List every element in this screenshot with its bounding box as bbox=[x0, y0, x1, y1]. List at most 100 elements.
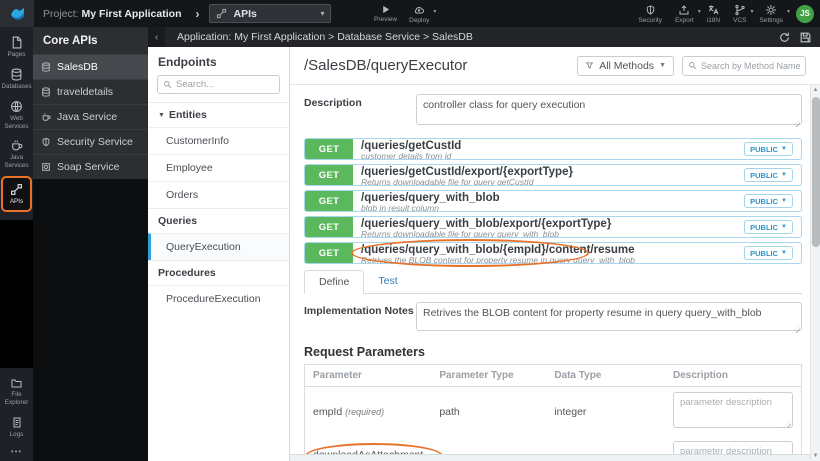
rail-label: APIs bbox=[9, 198, 24, 206]
save-icon[interactable] bbox=[799, 31, 812, 44]
method-search[interactable] bbox=[682, 55, 806, 76]
scrollbar-thumb[interactable] bbox=[812, 97, 820, 247]
sidebar-item-databases[interactable]: Databases bbox=[0, 63, 33, 95]
collapse-panel-button[interactable]: ‹ bbox=[148, 27, 165, 47]
shield-icon bbox=[41, 137, 51, 147]
preview-button[interactable]: Preview bbox=[374, 4, 397, 23]
col-data-type: Data Type bbox=[546, 364, 665, 387]
project-name: My First Application bbox=[81, 7, 182, 20]
endpoint-item-orders[interactable]: Orders bbox=[148, 181, 289, 208]
method-badge: GET bbox=[305, 243, 353, 263]
methods-filter-dropdown[interactable]: All Methods ▼ bbox=[577, 55, 674, 76]
endpoint-item-customerinfo[interactable]: CustomerInfo bbox=[148, 127, 289, 154]
access-dropdown[interactable]: PUBLIC ▼ bbox=[744, 142, 793, 156]
col-parameter-type: Parameter Type bbox=[431, 364, 547, 387]
col-parameter: Parameter bbox=[304, 364, 432, 387]
tab-test[interactable]: Test bbox=[364, 270, 411, 293]
topbar-center-actions: Preview ▾ Deploy bbox=[374, 0, 436, 27]
sidebar-item-java-services[interactable]: Java Services bbox=[0, 134, 33, 174]
endpoints-group-entities[interactable]: ▼ Entities bbox=[148, 102, 289, 127]
endpoint-item-procedureexecution[interactable]: ProcedureExecution bbox=[148, 285, 289, 312]
access-dropdown[interactable]: PUBLIC ▼ bbox=[744, 168, 793, 182]
chevron-down-icon: ▼ bbox=[781, 198, 787, 204]
endpoint-row[interactable]: GET /queries/query_with_blob/export/{exp… bbox=[304, 216, 802, 238]
implementation-notes-wrap: Retrives the BLOB content for property r… bbox=[416, 302, 802, 336]
endpoint-row-text: /queries/query_with_blob/{empId}/content… bbox=[353, 243, 744, 263]
implementation-notes-label: Implementation Notes bbox=[304, 305, 414, 317]
chevron-down-icon: ▾ bbox=[750, 8, 754, 15]
vertical-scrollbar[interactable]: ▲ ▼ bbox=[810, 85, 820, 461]
refresh-icon[interactable] bbox=[778, 31, 791, 44]
rail-label: Web Services bbox=[4, 114, 29, 130]
export-button[interactable]: ▾ Export bbox=[675, 4, 701, 24]
endpoint-row-highlighted[interactable]: GET /queries/query_with_blob/{empId}/con… bbox=[304, 239, 802, 267]
endpoint-row[interactable]: GET /queries/getCustId customer details … bbox=[304, 138, 802, 160]
rail-label: Databases bbox=[1, 82, 32, 90]
chevron-down-icon: ▼ bbox=[781, 250, 787, 256]
endpoint-item-employee[interactable]: Employee bbox=[148, 154, 289, 181]
description-textarea[interactable]: controller class for query execution bbox=[416, 94, 802, 125]
vcs-button[interactable]: ▾ VCS bbox=[733, 4, 754, 24]
endpoints-group-procedures[interactable]: Procedures bbox=[148, 260, 289, 285]
breadcrumb-actions bbox=[778, 31, 820, 44]
endpoint-row[interactable]: GET /queries/query_with_blob blob in res… bbox=[304, 190, 802, 212]
main-header: /SalesDB/queryExecutor All Methods ▼ bbox=[290, 47, 820, 85]
module-dropdown[interactable]: APIs ▾ bbox=[209, 4, 332, 23]
methods-filter-value: All Methods bbox=[599, 59, 655, 72]
implementation-notes-row: Implementation Notes Retrives the BLOB c… bbox=[304, 302, 802, 336]
wavemaker-logo[interactable] bbox=[0, 0, 34, 27]
deploy-button[interactable]: ▾ Deploy bbox=[409, 4, 436, 24]
user-avatar[interactable]: JS bbox=[796, 4, 814, 23]
core-api-label: Security Service bbox=[57, 136, 133, 148]
param-name: empId bbox=[313, 405, 343, 418]
endpoint-row-text: /queries/query_with_blob blob in result … bbox=[353, 191, 744, 211]
core-api-item-java-service[interactable]: Java Service bbox=[33, 104, 148, 129]
settings-button[interactable]: ▾ Settings bbox=[760, 4, 790, 24]
sidebar-item-pages[interactable]: Pages bbox=[0, 31, 33, 63]
param-description-textarea[interactable] bbox=[673, 441, 793, 454]
method-search-input[interactable] bbox=[701, 60, 800, 71]
endpoint-row[interactable]: GET /queries/getCustId/export/{exportTyp… bbox=[304, 164, 802, 186]
param-description-textarea[interactable] bbox=[673, 392, 793, 428]
sidebar-item-web-services[interactable]: Web Services bbox=[0, 95, 33, 135]
main-panel: /SalesDB/queryExecutor All Methods ▼ Des… bbox=[290, 47, 820, 461]
endpoints-title: Endpoints bbox=[158, 55, 217, 69]
bottom-strip bbox=[290, 454, 810, 461]
topbar-right-actions: Security ▾ Export i18N ▾ VCS ▾ Settings bbox=[638, 0, 814, 27]
core-api-item-security-service[interactable]: Security Service bbox=[33, 129, 148, 154]
app-window: Project: My First Application › APIs ▾ P… bbox=[0, 0, 820, 461]
sidebar-item-file-explorer[interactable]: File Explorer bbox=[0, 372, 33, 411]
more-icon[interactable]: ••• bbox=[0, 443, 33, 458]
endpoints-search[interactable] bbox=[157, 75, 280, 94]
endpoint-item-queryexecution[interactable]: QueryExecution bbox=[148, 233, 289, 260]
scroll-down-icon[interactable]: ▼ bbox=[811, 451, 820, 461]
core-api-item-soap-service[interactable]: Soap Service bbox=[33, 154, 148, 179]
i18n-button[interactable]: i18N bbox=[707, 4, 720, 24]
security-button[interactable]: Security bbox=[638, 4, 662, 24]
access-dropdown[interactable]: PUBLIC ▼ bbox=[744, 246, 793, 260]
param-type: path bbox=[439, 405, 460, 418]
cloud-upload-icon bbox=[412, 4, 426, 16]
coffee-icon bbox=[10, 139, 23, 152]
api-node-icon bbox=[216, 8, 227, 19]
core-api-label: traveldetails bbox=[57, 86, 114, 98]
method-badge: GET bbox=[305, 165, 353, 185]
scroll-up-icon[interactable]: ▲ bbox=[811, 85, 820, 95]
implementation-notes-textarea[interactable]: Retrives the BLOB content for property r… bbox=[416, 302, 802, 331]
endpoints-search-input[interactable] bbox=[176, 79, 274, 90]
sidebar-item-apis[interactable]: APIs bbox=[1, 176, 32, 213]
request-parameters-table: Parameter Parameter Type Data Type Descr… bbox=[304, 364, 802, 454]
tab-define[interactable]: Define bbox=[304, 270, 365, 294]
access-dropdown[interactable]: PUBLIC ▼ bbox=[744, 220, 793, 234]
access-dropdown[interactable]: PUBLIC ▼ bbox=[744, 194, 793, 208]
sidebar-item-logs[interactable]: Logs bbox=[0, 411, 33, 443]
endpoints-group-queries[interactable]: Queries bbox=[148, 208, 289, 233]
core-api-item-traveldetails[interactable]: traveldetails bbox=[33, 79, 148, 104]
core-api-item-salesdb[interactable]: SalesDB bbox=[33, 54, 148, 79]
endpoint-row-text: /queries/getCustId customer details from… bbox=[353, 139, 744, 159]
param-description-wrap bbox=[673, 392, 793, 431]
i18n-label: i18N bbox=[706, 16, 721, 24]
module-dropdown-value: APIs bbox=[233, 7, 257, 20]
table-row-highlighted: downloadAsAttachment (required) query bo… bbox=[305, 436, 802, 454]
project-label: Project: bbox=[43, 7, 79, 20]
